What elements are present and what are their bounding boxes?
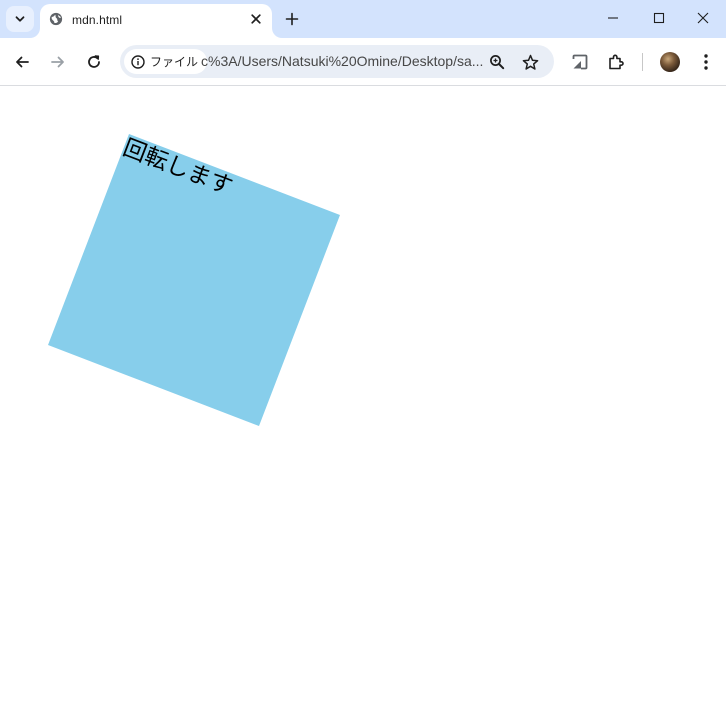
tab-title: mdn.html	[72, 13, 123, 27]
avatar[interactable]	[660, 52, 680, 72]
star-icon	[522, 54, 538, 70]
minimize-button[interactable]	[590, 0, 636, 36]
maximize-button[interactable]	[636, 0, 682, 36]
rotating-box-text: 回転します	[119, 134, 237, 201]
url-text[interactable]: c%3A/Users/Natsuki%20Omine/Desktop/sa...	[201, 53, 483, 69]
forward-button[interactable]	[44, 48, 72, 76]
extensions-icon	[609, 54, 624, 70]
minimize-icon	[608, 17, 618, 19]
rotating-box: 回転します	[48, 134, 340, 426]
bookmark-button[interactable]	[520, 52, 540, 72]
reload-icon	[88, 55, 100, 68]
site-chip-label: ファイル	[150, 55, 199, 69]
close-window-button[interactable]	[680, 0, 726, 36]
toolbar-divider	[642, 53, 643, 71]
back-icon	[16, 56, 29, 68]
site-info-chip[interactable]: ファイル	[124, 49, 208, 74]
tab-strip: mdn.html	[0, 0, 726, 38]
browser-window: mdn.html ファイル c%3A/Users/Natsuki%20Omine…	[0, 0, 726, 716]
cast-icon	[572, 54, 588, 70]
chevron-down-icon	[15, 16, 25, 22]
close-icon	[251, 14, 261, 24]
plus-icon	[285, 12, 299, 26]
address-bar[interactable]: ファイル c%3A/Users/Natsuki%20Omine/Desktop/…	[120, 45, 554, 78]
maximize-icon	[653, 12, 665, 24]
toolbar: ファイル c%3A/Users/Natsuki%20Omine/Desktop/…	[0, 38, 726, 86]
zoom-button[interactable]	[487, 52, 507, 72]
reload-button[interactable]	[80, 48, 108, 76]
back-button[interactable]	[8, 48, 36, 76]
menu-button[interactable]	[695, 51, 717, 73]
extensions-button[interactable]	[605, 51, 627, 73]
forward-icon	[51, 56, 64, 68]
globe-icon	[49, 12, 63, 26]
tab-close-button[interactable]	[248, 11, 264, 27]
close-icon	[697, 12, 709, 24]
new-tab-button[interactable]	[282, 9, 302, 29]
info-icon	[131, 54, 145, 69]
page-viewport: 回転します	[0, 86, 726, 716]
browser-tab[interactable]: mdn.html	[40, 4, 272, 38]
menu-icon	[704, 54, 708, 70]
zoom-icon	[490, 55, 505, 70]
cast-button[interactable]	[569, 51, 591, 73]
